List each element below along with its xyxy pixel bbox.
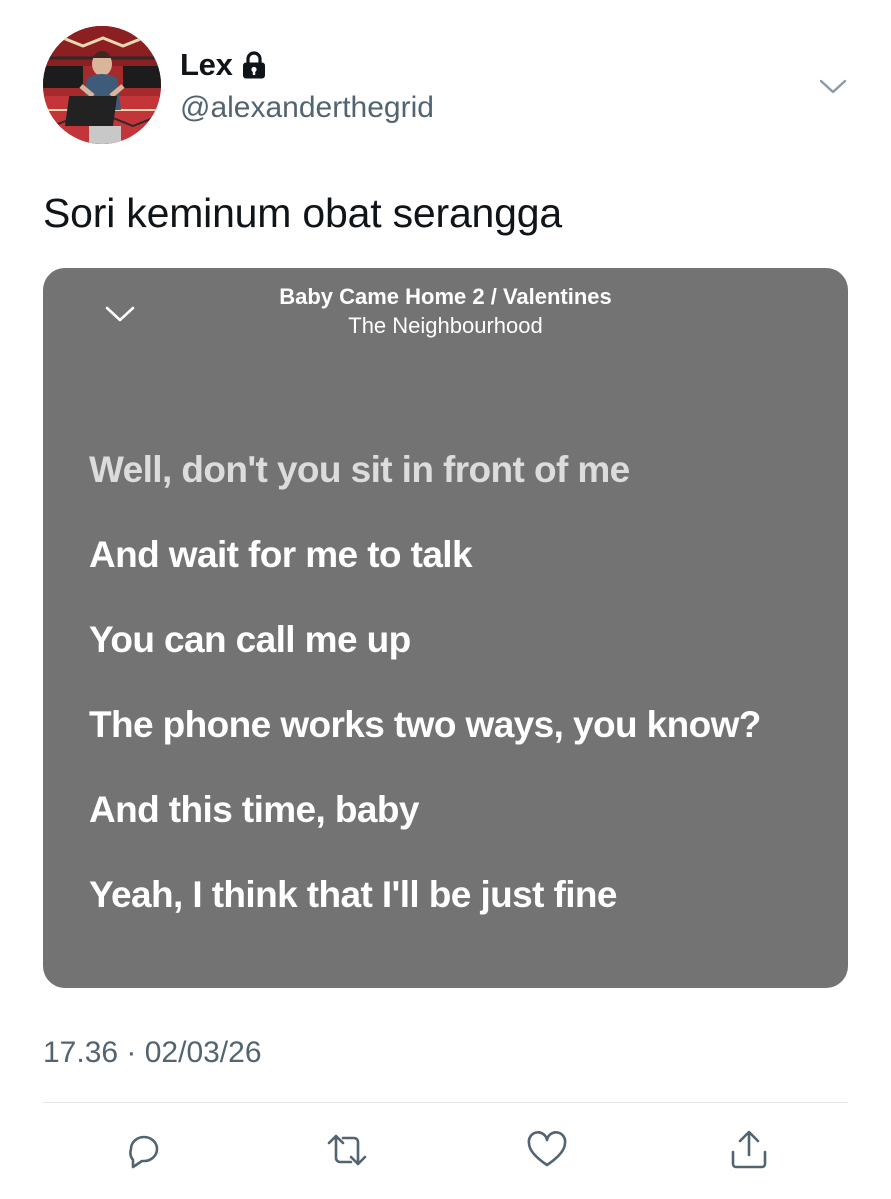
chevron-down-icon[interactable] [818,74,848,98]
tweet-timestamp[interactable]: 17.36 · 02/03/26 [43,1036,262,1070]
lyric-line: And wait for me to talk [89,534,473,575]
lyric-line: The phone works two ways, you know? [89,704,761,745]
lyrics-list: Well, don't you sit in front of me And w… [89,446,789,956]
lyric-line: And this time, baby [89,789,419,830]
share-button[interactable] [727,1128,771,1172]
lyric-line: Yeah, I think that I'll be just fine [89,874,617,915]
heart-icon [527,1131,567,1167]
song-title: Baby Came Home 2 / Valentines [279,284,612,309]
reply-button[interactable] [122,1128,166,1172]
author-handle[interactable]: @alexanderthegrid [180,91,434,125]
avatar-image [43,26,161,144]
lock-icon [240,50,268,80]
divider [43,1102,848,1103]
retweet-icon [327,1134,367,1166]
display-name[interactable]: Lex [180,47,233,83]
retweet-button[interactable] [325,1128,369,1172]
lyric-line: You can call me up [89,619,411,660]
tweet-text: Sori keminum obat serangga [43,190,562,236]
lyrics-card[interactable]: Baby Came Home 2 / Valentines The Neighb… [43,268,848,988]
avatar[interactable] [43,26,161,144]
reply-icon [129,1135,159,1169]
song-artist: The Neighbourhood [348,313,543,338]
tweet-detail: Lex @alexanderthegrid Sori keminum obat … [0,0,891,1199]
like-button[interactable] [525,1128,569,1172]
lyric-line: Well, don't you sit in front of me [89,449,630,490]
author-name-row: Lex [180,47,268,83]
share-icon [731,1130,767,1169]
